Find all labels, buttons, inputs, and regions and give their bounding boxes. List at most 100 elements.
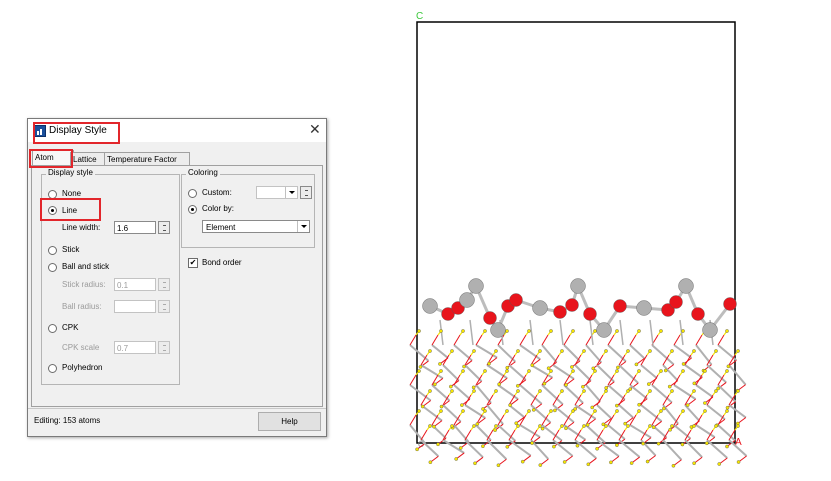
- si-o-bond: [673, 344, 693, 359]
- hydrogen-atom: [527, 369, 531, 373]
- si-o-bond: [563, 344, 581, 362]
- si-o-bond: [475, 344, 498, 359]
- hydrogen-atom: [450, 424, 454, 428]
- oxygen-atom: [565, 298, 579, 312]
- hydrogen-atom: [582, 389, 586, 393]
- hydrogen-atom: [508, 403, 512, 407]
- o-h-bond: [706, 394, 714, 406]
- hydrogen-atom: [659, 409, 663, 413]
- hydrogen-atom: [725, 329, 729, 333]
- hydrogen-atom: [531, 408, 536, 412]
- si-o-bond: [607, 344, 627, 363]
- silicon-atom: [459, 292, 475, 308]
- si-o-bond: [453, 424, 470, 443]
- hydrogen-atom: [703, 401, 707, 405]
- hydrogen-atom: [481, 444, 485, 449]
- hydrogen-atom: [438, 362, 442, 366]
- o-h-bond: [409, 334, 417, 346]
- hydrogen-atom: [530, 441, 534, 445]
- hydrogen-atom: [553, 408, 557, 413]
- o-h-bond: [409, 374, 417, 386]
- hydrogen-atom: [703, 369, 707, 373]
- si-o-bond: [640, 404, 663, 423]
- hydrogen-atom: [560, 389, 564, 393]
- hydrogen-atom: [417, 369, 421, 373]
- si-o-bond: [464, 404, 486, 419]
- hydrogen-atom: [637, 402, 641, 407]
- o-h-bond: [420, 429, 428, 441]
- hydrogen-atom: [646, 382, 651, 386]
- hydrogen-atom: [570, 365, 574, 369]
- hydrogen-atom: [538, 424, 542, 428]
- hydrogen-atom: [703, 409, 707, 413]
- hydrogen-atom: [432, 424, 436, 429]
- hydrogen-atom: [428, 424, 432, 428]
- hydrogen-atom: [725, 409, 729, 413]
- hydrogen-atom: [505, 369, 509, 373]
- si-o-bond: [508, 404, 525, 418]
- structure-viewer[interactable]: C A O: [0, 0, 831, 481]
- hydrogen-atom: [604, 349, 608, 353]
- hydrogen-atom: [571, 329, 575, 333]
- hydrogen-atom: [725, 444, 729, 449]
- hydrogen-atom: [562, 460, 567, 464]
- hydrogen-atom: [483, 329, 487, 333]
- hydrogen-atom: [670, 389, 674, 393]
- si-o-bond: [442, 404, 462, 423]
- si-o-bond: [585, 344, 603, 364]
- silicon-atom: [596, 322, 612, 338]
- hydrogen-atom: [714, 349, 718, 353]
- hydrogen-atom: [714, 389, 718, 393]
- axis-c-label: C: [416, 11, 423, 22]
- si-o-bond: [629, 424, 652, 439]
- hydrogen-atom: [505, 365, 510, 370]
- hydrogen-atom: [637, 369, 641, 373]
- hydrogen-atom: [604, 386, 609, 390]
- o-h-bond: [464, 429, 472, 441]
- hydrogen-atom: [483, 369, 487, 373]
- hydrogen-atom: [714, 424, 718, 428]
- hydrogen-atom: [473, 461, 477, 466]
- hydrogen-atom: [436, 442, 440, 447]
- hydrogen-atom: [494, 389, 498, 393]
- hydrogen-atom: [604, 389, 608, 393]
- hydrogen-atom: [648, 424, 652, 428]
- hydrogen-atom: [461, 329, 465, 333]
- si-o-bond: [629, 384, 648, 400]
- hydrogen-atom: [542, 381, 547, 386]
- hydrogen-atom: [692, 461, 696, 466]
- si-o-bond: [563, 384, 584, 404]
- si-o-bond: [508, 364, 527, 381]
- si-o-bond: [651, 344, 675, 366]
- hydrogen-atom: [581, 384, 585, 389]
- hydrogen-atom: [670, 424, 674, 428]
- hydrogen-atom: [417, 329, 421, 333]
- hydrogen-atom: [582, 349, 586, 353]
- si-o-bond: [409, 344, 430, 362]
- si-o-bond: [695, 384, 714, 398]
- si-o-bond: [585, 384, 601, 403]
- si-o-bond: [607, 384, 626, 401]
- hydrogen-atom: [692, 389, 696, 393]
- hydrogen-atom: [494, 349, 498, 353]
- hydrogen-atom: [538, 463, 543, 467]
- hydrogen-atom: [472, 424, 476, 428]
- hydrogen-atom: [725, 369, 729, 373]
- si-o-bond: [486, 364, 508, 380]
- hydrogen-atom: [514, 421, 519, 425]
- hydrogen-atom: [671, 463, 676, 468]
- si-o-bond: [629, 344, 646, 360]
- silicon-atom: [532, 300, 548, 316]
- oxygen-atom: [691, 307, 705, 321]
- hydrogen-atom: [516, 389, 520, 393]
- si-o-bond: [541, 424, 563, 442]
- silicon-atom: [422, 298, 438, 314]
- hydrogen-atom: [648, 349, 652, 353]
- oxygen-atom: [723, 297, 737, 311]
- si-o-bond: [519, 384, 543, 405]
- hydrogen-atom: [692, 424, 696, 428]
- hydrogen-atom: [626, 389, 630, 393]
- si-o-bond: [618, 404, 634, 419]
- hydrogen-atom: [615, 443, 619, 447]
- hydrogen-atom: [726, 364, 731, 369]
